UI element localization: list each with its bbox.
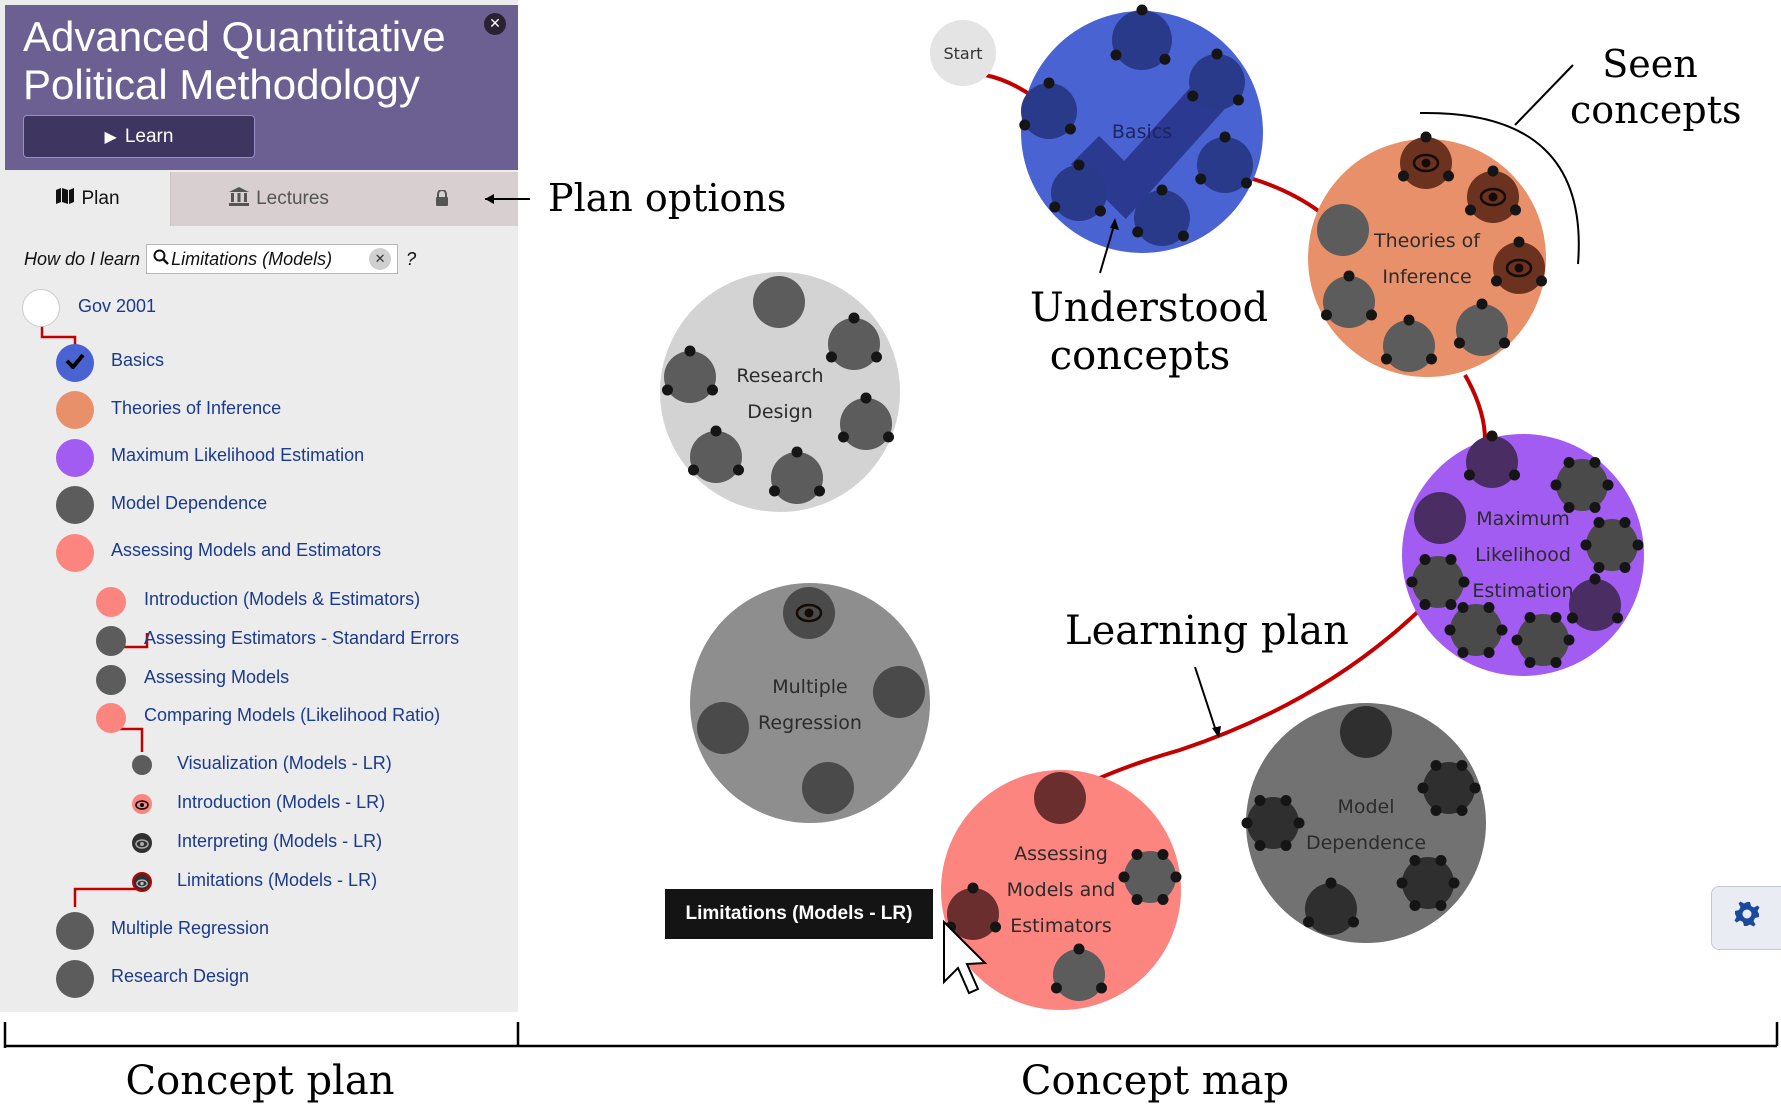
- annotation-learning-plan: Learning plan: [1065, 608, 1349, 654]
- annotation-concept-map: Concept map: [1020, 1058, 1290, 1104]
- annotation-line: Understood: [1030, 285, 1269, 331]
- annotation-plan-options: Plan options: [548, 176, 787, 220]
- annotation-line: concepts: [1049, 333, 1231, 379]
- annotation-concept-plan: Concept plan: [125, 1058, 395, 1104]
- annotation-understood-concepts: Understood concepts: [1030, 284, 1269, 380]
- annotation-arrows: [3, 64, 1779, 1048]
- annotation-seen-concepts: Seen concepts: [1570, 42, 1742, 133]
- annotation-line: concepts: [1570, 87, 1742, 132]
- annotation-line: Seen: [1602, 42, 1698, 86]
